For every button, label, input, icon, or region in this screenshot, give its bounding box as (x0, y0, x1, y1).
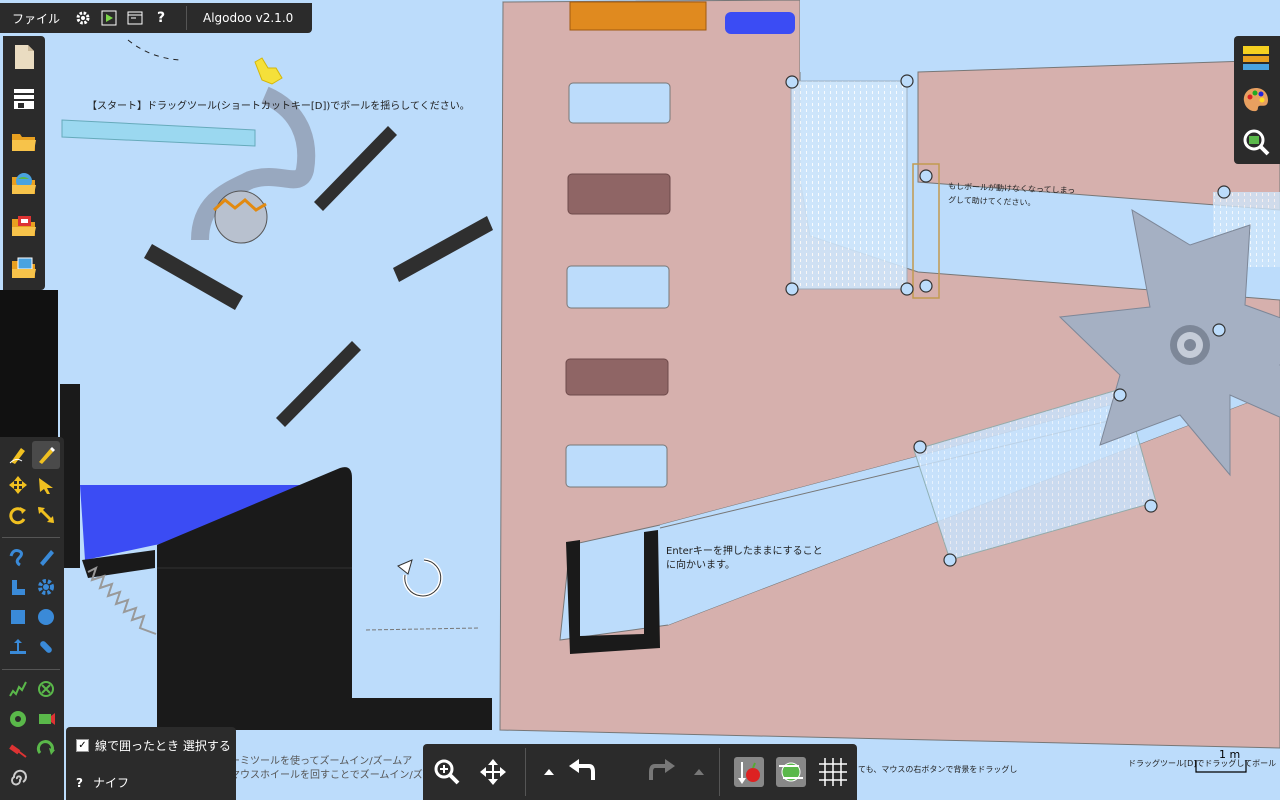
open-lesson-folder-icon[interactable] (3, 204, 45, 246)
tool-panel (0, 437, 64, 800)
move-tool-icon[interactable] (4, 471, 32, 499)
lasso-select-label: 線で囲ったとき 選択する (95, 739, 231, 753)
enter-line2: に向かいます。 (666, 560, 735, 571)
zoom-icon[interactable] (431, 756, 463, 788)
enter-line1: Enterキーを押したままにすること (666, 546, 823, 557)
bottom-toolbar (423, 744, 857, 800)
start-hint: 【スタート】ドラッグツール(ショートカットキー[D])でボールを揺らしてください… (87, 101, 470, 112)
file-menu[interactable]: ファイル (0, 10, 70, 27)
rope-tool-icon[interactable] (4, 543, 32, 571)
tool-options-panel: ✓ 線で囲ったとき 選択する ? ナイフ (66, 727, 236, 800)
spring-tool-icon[interactable] (4, 675, 32, 703)
app-title: Algodoo v2.1.0 (203, 11, 294, 25)
redo-icon[interactable] (647, 756, 679, 788)
open-web-folder-icon[interactable] (3, 162, 45, 204)
left-black-strip (0, 290, 58, 438)
knife-label[interactable]: ナイフ (93, 774, 129, 791)
knife-help-icon[interactable]: ? (76, 776, 87, 790)
drag-tool-icon[interactable] (32, 471, 60, 499)
circle-tool-icon[interactable] (32, 603, 60, 631)
box-tool-icon[interactable] (4, 603, 32, 631)
background-layers-icon[interactable] (1242, 44, 1270, 76)
vortex-tool-icon[interactable] (4, 765, 32, 793)
chain-tool-icon[interactable] (32, 633, 60, 661)
bottom-separator-1 (525, 748, 526, 796)
grid-icon[interactable] (817, 756, 849, 788)
tool-divider-2 (2, 669, 60, 670)
right-toolbar (1234, 36, 1280, 164)
scale-bar-label: 1 m (1219, 748, 1241, 761)
redo-history-chevron-icon[interactable] (683, 756, 715, 788)
ground-tool-icon[interactable] (4, 633, 32, 661)
fixate-tool-icon[interactable] (32, 675, 60, 703)
help-icon[interactable]: ? (148, 3, 174, 33)
palette-icon[interactable] (1242, 86, 1270, 118)
air-friction-icon[interactable] (775, 756, 807, 788)
gravity-icon[interactable] (733, 756, 765, 788)
zoom-to-scene-icon[interactable] (1242, 128, 1270, 160)
top-menu-bar: ファイル ? Algodoo v2.1.0 (0, 3, 312, 33)
simulation-canvas[interactable] (0, 0, 1280, 800)
window-icon[interactable] (122, 3, 148, 33)
undo-icon[interactable] (565, 756, 597, 788)
sketch-tool-icon[interactable] (4, 441, 32, 469)
new-scene-icon[interactable] (3, 36, 45, 78)
zoom-line1: ーミツールを使ってズームイン/ズームア (230, 756, 413, 767)
right-bottom-hint: ても、マウスの右ボタンで背景をドラッグし (858, 765, 1018, 774)
lasso-select-checkbox[interactable]: ✓ (76, 739, 89, 752)
rotate-tool-icon[interactable] (4, 501, 32, 529)
plane-tool-icon[interactable] (4, 573, 32, 601)
play-icon[interactable] (96, 3, 122, 33)
scale-tool-icon[interactable] (32, 501, 60, 529)
scene-layout-icon[interactable] (3, 78, 45, 120)
drag-hint: ドラッグツール[D]でドラッグしてボール (1128, 759, 1277, 768)
pencil-tool-icon[interactable] (32, 441, 60, 469)
tool-divider (2, 537, 60, 538)
undo-history-chevron-icon[interactable] (533, 756, 565, 788)
menu-separator (186, 6, 188, 30)
settings-gear-icon[interactable] (70, 3, 96, 33)
hinge-tool-icon[interactable] (4, 705, 32, 733)
laser-tool-icon[interactable] (4, 735, 32, 763)
thruster-tool-icon[interactable] (32, 705, 60, 733)
pan-icon[interactable] (477, 756, 509, 788)
bottom-separator-2 (719, 748, 720, 796)
zoom-line2: マウスホイールを回すことでズームイン/ズー (230, 770, 433, 781)
open-scene-folder-icon[interactable] (3, 246, 45, 288)
tracer-tool-icon[interactable] (32, 735, 60, 763)
open-folder-icon[interactable] (3, 120, 45, 162)
ball (214, 190, 268, 244)
gear-tool-icon[interactable] (32, 573, 60, 601)
file-toolbar (3, 36, 45, 290)
cutter-tool-icon[interactable] (32, 543, 60, 571)
